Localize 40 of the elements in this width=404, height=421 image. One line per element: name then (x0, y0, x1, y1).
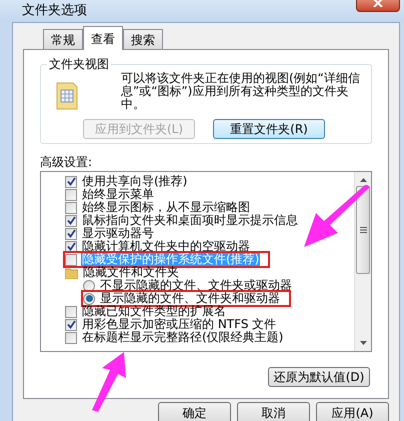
folder-icon (65, 266, 78, 278)
grip-icon (360, 227, 366, 233)
checkbox[interactable] (65, 176, 77, 188)
group-title: 文件夹视图 (47, 57, 111, 71)
dialog-button[interactable]: 应用(A) (316, 402, 389, 421)
checkbox[interactable] (65, 254, 77, 266)
check-icon (66, 320, 76, 329)
option-row[interactable]: 显示驱动器号 (65, 227, 157, 240)
folder-button[interactable]: 重置文件夹(R) (213, 119, 325, 139)
scroll-up-icon[interactable] (360, 178, 366, 182)
tab[interactable]: 搜索 (123, 29, 163, 49)
section-label: 高级设置: (40, 154, 94, 170)
checkbox[interactable] (65, 240, 77, 252)
tab[interactable]: 查看 (83, 26, 123, 50)
radio-button[interactable] (83, 280, 95, 292)
scroll-down-icon[interactable] (360, 341, 366, 345)
option-label: 隐藏文件和文件夹 (82, 266, 180, 279)
checkbox[interactable] (65, 188, 77, 200)
option-label: 始终显示菜单 (81, 188, 155, 201)
dialog-button[interactable]: 确定 (158, 402, 231, 421)
checkbox[interactable] (65, 332, 77, 344)
folder-view-icon (55, 81, 79, 111)
option-row[interactable]: 始终显示菜单 (65, 188, 157, 201)
checkbox[interactable] (65, 318, 77, 330)
scrollbar[interactable] (354, 172, 371, 351)
option-row[interactable]: 隐藏文件和文件夹 (65, 266, 182, 279)
checkbox[interactable] (65, 306, 77, 318)
checkbox[interactable] (65, 214, 77, 226)
check-icon (66, 177, 76, 186)
radio-button[interactable] (83, 292, 95, 304)
description-text: 可以将该文件夹正在使用的视图(例如“详细信息”或“图标”)应用到所有这种类型的文件夹中。 (121, 72, 361, 111)
restore-defaults-button[interactable]: 还原为默认值(D) (268, 367, 370, 387)
checkbox[interactable] (65, 202, 77, 214)
scroll-thumb[interactable] (356, 186, 370, 274)
close-icon (373, 0, 383, 7)
window-title: 文件夹选项 (22, 2, 87, 20)
checkbox[interactable] (65, 228, 77, 240)
dialog-button[interactable]: 取消 (237, 402, 310, 421)
tab[interactable]: 常规 (43, 29, 83, 49)
option-label: 显示驱动器号 (81, 227, 154, 240)
